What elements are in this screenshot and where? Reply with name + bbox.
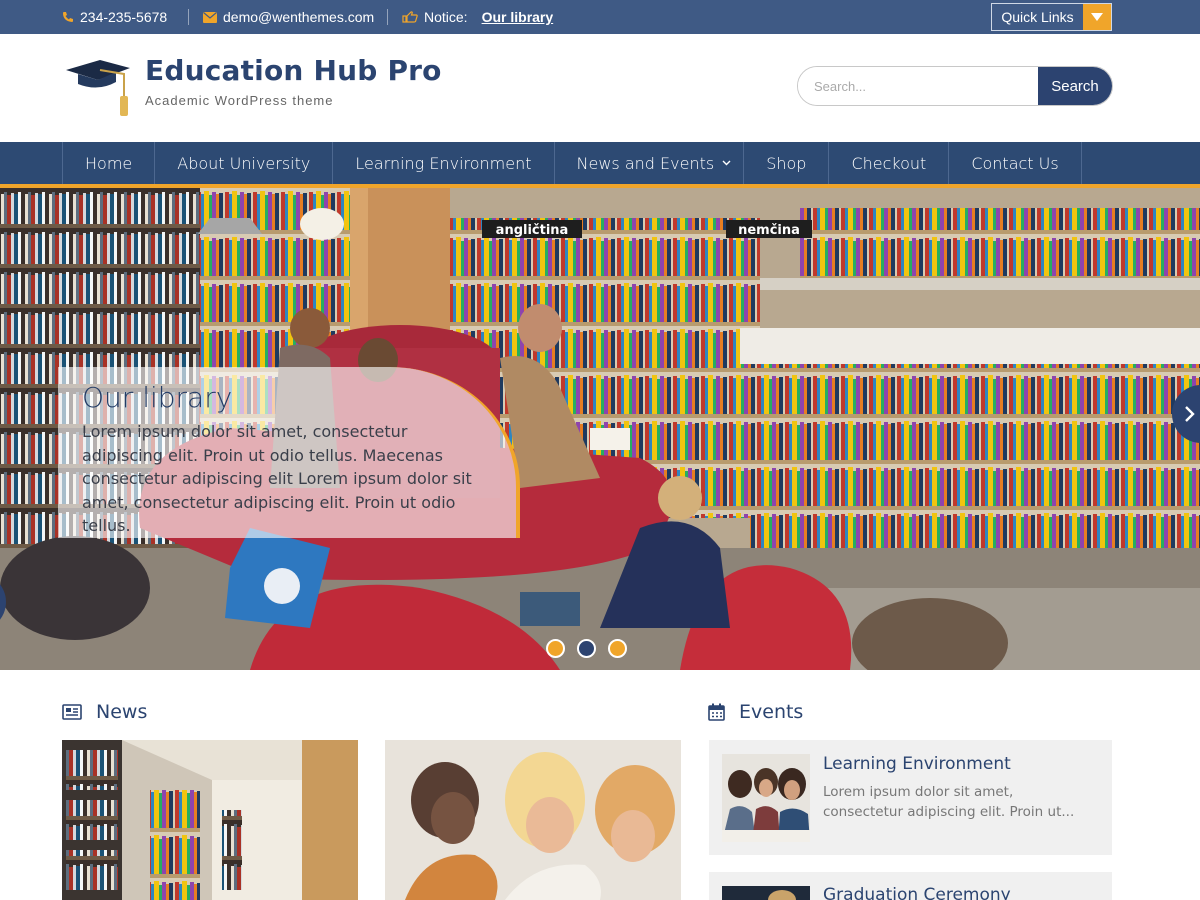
slide-dot-3[interactable]	[608, 639, 627, 658]
email-contact[interactable]: demo@wenthemes.com	[203, 0, 374, 34]
quick-links-dropdown[interactable]: Quick Links	[991, 3, 1112, 31]
nav-item-label: Contact Us	[971, 153, 1059, 173]
phone-contact[interactable]: 234-235-5678	[62, 0, 167, 34]
calendar-icon	[708, 703, 725, 721]
slide-dot-1[interactable]	[546, 639, 565, 658]
events-heading: Events	[708, 701, 803, 723]
nav-item-shop[interactable]: Shop	[744, 142, 830, 184]
news-thumbnail	[62, 740, 358, 900]
shelf-sign-left: angličtina	[496, 223, 569, 238]
nav-item-label: Home	[85, 153, 133, 173]
dropdown-arrow-icon	[1083, 4, 1111, 30]
event-excerpt: Lorem ipsum dolor sit amet, consectetur …	[823, 784, 1075, 820]
site-tagline: Academic WordPress theme	[145, 93, 334, 108]
nav-item-label: Checkout	[851, 153, 927, 173]
slide-dot-2[interactable]	[577, 639, 596, 658]
news-heading: News	[62, 701, 147, 723]
nav-item-label: About University	[177, 153, 311, 173]
phone-number: 234-235-5678	[80, 9, 168, 25]
chevron-right-icon	[1185, 406, 1195, 422]
graduation-cap-logo[interactable]	[64, 58, 134, 118]
slide-caption: Our library Lorem ipsum dolor sit amet, …	[58, 367, 520, 538]
slide-text: Lorem ipsum dolor sit amet, consectetur …	[82, 422, 472, 535]
search-form: Search	[797, 66, 1113, 106]
news-thumbnail	[385, 740, 681, 900]
site-header: Education Hub Pro Academic WordPress the…	[0, 34, 1200, 142]
divider	[387, 9, 388, 25]
hand-pointer-icon	[402, 11, 418, 23]
search-button[interactable]: Search	[1038, 67, 1112, 105]
nav-item-label: Learning Environment	[355, 153, 532, 173]
events-heading-label: Events	[739, 701, 804, 723]
slider-pagination	[546, 639, 627, 658]
notice-link[interactable]: Our library	[482, 9, 554, 25]
nav-item-learning-environment[interactable]: Learning Environment	[333, 142, 555, 184]
email-address: demo@wenthemes.com	[223, 9, 375, 25]
newspaper-icon	[62, 704, 82, 720]
event-item[interactable]: Graduation Ceremony	[709, 872, 1112, 900]
shelf-sign-right: nemčina	[738, 223, 800, 238]
event-title[interactable]: Learning Environment	[823, 754, 1011, 774]
envelope-icon	[203, 11, 217, 23]
news-card[interactable]	[62, 740, 358, 900]
event-thumbnail	[722, 754, 810, 842]
slide-title[interactable]: Our library	[82, 381, 492, 414]
news-card[interactable]	[385, 740, 681, 900]
top-bar: 234-235-5678 demo@wenthemes.com Notice: …	[0, 0, 1200, 34]
nav-item-news-and-events[interactable]: News and Events	[555, 142, 745, 184]
search-input[interactable]	[798, 67, 1038, 105]
nav-item-about-university[interactable]: About University	[155, 142, 334, 184]
notice: Notice: Our library	[402, 0, 553, 34]
quick-links-label: Quick Links	[1001, 9, 1074, 25]
event-title[interactable]: Graduation Ceremony	[823, 885, 1011, 900]
event-item[interactable]: Learning Environment Lorem ipsum dolor s…	[709, 740, 1112, 855]
phone-icon	[63, 12, 73, 22]
divider	[188, 9, 189, 25]
chevron-down-icon	[722, 160, 731, 166]
nav-item-label: News and Events	[576, 153, 715, 173]
site-title[interactable]: Education Hub Pro	[145, 54, 442, 87]
nav-item-checkout[interactable]: Checkout	[829, 142, 950, 184]
main-navigation: Home About University Learning Environme…	[0, 142, 1200, 184]
news-heading-label: News	[96, 701, 148, 723]
notice-label: Notice:	[424, 9, 468, 25]
nav-item-label: Shop	[766, 153, 807, 173]
nav-item-contact-us[interactable]: Contact Us	[949, 142, 1082, 184]
event-thumbnail	[722, 886, 810, 900]
nav-item-home[interactable]: Home	[63, 142, 156, 184]
